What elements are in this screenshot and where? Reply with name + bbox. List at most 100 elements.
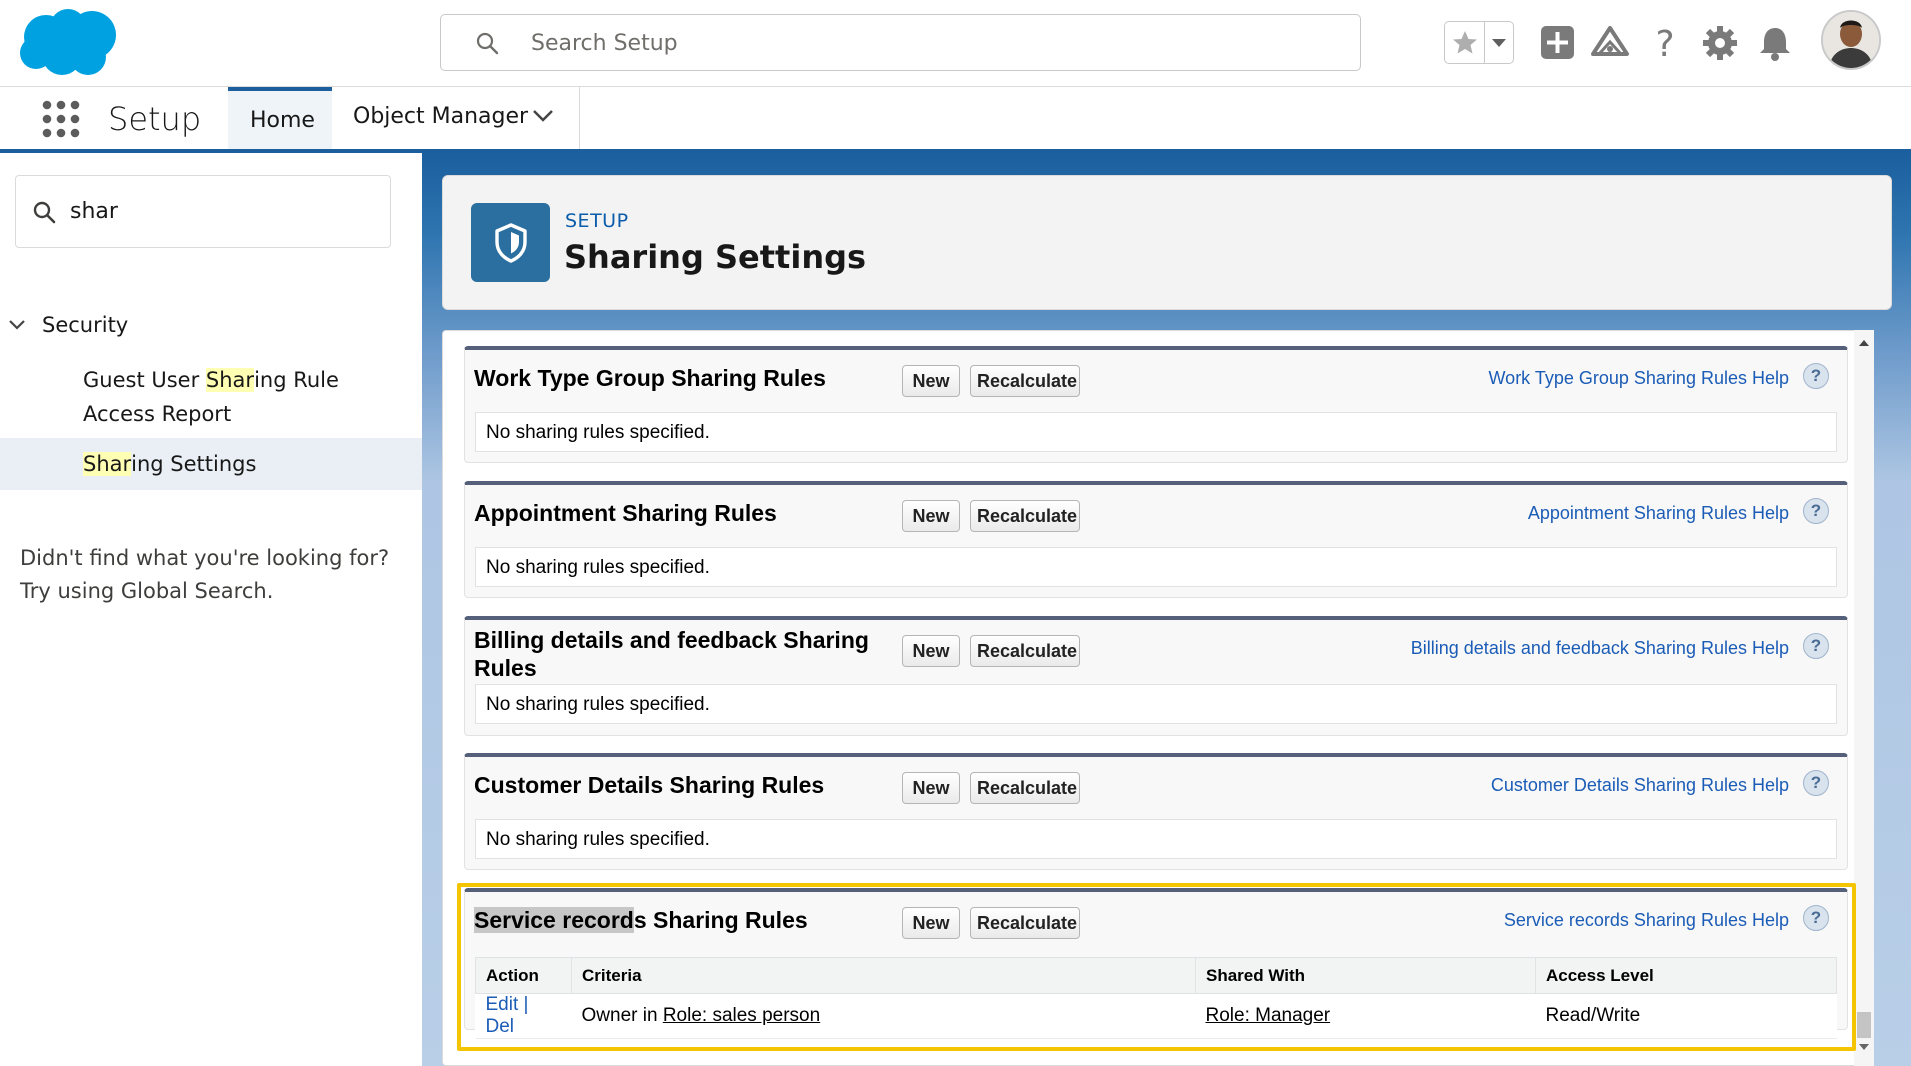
recalculate-button[interactable]: Recalculate: [970, 500, 1080, 532]
search-placeholder: Search Setup: [531, 31, 678, 56]
section-help-link[interactable]: Appointment Sharing Rules Help: [1528, 503, 1789, 524]
new-button[interactable]: New: [902, 635, 960, 667]
quick-find-input[interactable]: [70, 192, 370, 230]
scroll-down-arrow-icon[interactable]: [1858, 1042, 1870, 1052]
setup-sidebar: Security Guest User Sharing Rule Access …: [0, 157, 422, 1066]
new-button[interactable]: New: [902, 772, 960, 804]
empty-rules-message: No sharing rules specified.: [486, 422, 710, 443]
search-match-highlight: Shar: [83, 452, 132, 476]
section-title: Billing details and feedback Sharing Rul…: [474, 627, 869, 681]
access-level-cell: Read/Write: [1535, 993, 1837, 1039]
tab-home-label: Home: [250, 108, 315, 133]
page-header: SETUP Sharing Settings: [442, 175, 1892, 310]
sharing-rules-table: Action Criteria Shared With Access Level…: [475, 957, 1837, 1039]
empty-rules-message: No sharing rules specified.: [486, 694, 710, 715]
scrollbar[interactable]: [1854, 330, 1874, 1066]
user-avatar[interactable]: [1821, 10, 1881, 70]
shared-with-cell: Role: Manager: [1195, 993, 1536, 1039]
sharing-rules-section-service-records: Service records Sharing Rules New Recalc…: [464, 888, 1848, 1039]
edit-link[interactable]: Edit: [486, 994, 519, 1015]
help-icon[interactable]: ?: [1803, 770, 1829, 796]
sidebar-item-label: Guest User Sharing Rule Access Report: [83, 368, 339, 426]
section-title: Service records Sharing Rules: [474, 907, 808, 933]
search-icon: [476, 32, 499, 55]
global-search-box[interactable]: Search Setup: [440, 14, 1361, 71]
criteria-role-link[interactable]: Role: sales person: [663, 1005, 820, 1026]
shield-icon: [471, 203, 550, 282]
favorite-star-button[interactable]: [1445, 22, 1485, 63]
salesforce-logo[interactable]: [18, 7, 120, 79]
recalculate-button[interactable]: Recalculate: [970, 772, 1080, 804]
star-icon: [1453, 31, 1477, 54]
tab-object-manager-label: Object Manager: [353, 104, 529, 129]
search-match-highlight: Shar: [205, 368, 255, 392]
empty-rules-message: No sharing rules specified.: [486, 557, 710, 578]
sharing-rules-section: Customer Details Sharing Rules New Recal…: [464, 753, 1848, 870]
delete-link[interactable]: Del: [486, 1016, 515, 1037]
gear-icon[interactable]: [1700, 20, 1740, 66]
empty-rules-box: No sharing rules specified.: [475, 547, 1837, 587]
help-icon[interactable]: ?: [1803, 633, 1829, 659]
new-button[interactable]: New: [902, 500, 960, 532]
not-found-message: Didn't find what you're looking for? Try…: [20, 546, 390, 603]
sidebar-item-guest-user-sharing-rule-access-report[interactable]: Guest User Sharing Rule Access Report: [0, 357, 422, 443]
shared-with-role-link[interactable]: Role: Manager: [1206, 1005, 1331, 1026]
tree-node-label: Security: [42, 313, 129, 337]
empty-rules-message: No sharing rules specified.: [486, 829, 710, 850]
column-header-action: Action: [475, 957, 572, 994]
action-cell: Edit | Del: [475, 993, 572, 1039]
section-help-link[interactable]: Work Type Group Sharing Rules Help: [1489, 368, 1789, 389]
action-separator: |: [523, 994, 529, 1015]
column-header-access-level: Access Level: [1535, 957, 1837, 994]
section-help-link[interactable]: Customer Details Sharing Rules Help: [1491, 775, 1789, 796]
column-header-criteria: Criteria: [571, 957, 1196, 994]
sidebar-item-label: Sharing Settings: [83, 452, 257, 476]
tab-home[interactable]: Home: [228, 87, 332, 149]
new-button[interactable]: New: [902, 365, 960, 397]
tab-object-manager[interactable]: Object Manager: [332, 87, 580, 149]
section-help-link[interactable]: Service records Sharing Rules Help: [1504, 910, 1789, 931]
empty-rules-box: No sharing rules specified.: [475, 819, 1837, 859]
sidebar-item-sharing-settings[interactable]: Sharing Settings: [0, 438, 422, 490]
sharing-rules-section: Appointment Sharing Rules New Recalculat…: [464, 481, 1848, 598]
help-icon[interactable]: ?: [1803, 905, 1829, 931]
help-icon[interactable]: ?: [1803, 498, 1829, 524]
svg-text:?: ?: [1655, 24, 1674, 65]
search-match-highlight: Service record: [474, 907, 634, 933]
help-icon[interactable]: ?: [1803, 363, 1829, 389]
bell-icon[interactable]: [1755, 20, 1795, 66]
empty-rules-box: No sharing rules specified.: [475, 684, 1837, 724]
app-launcher-icon[interactable]: [42, 100, 80, 138]
app-name: Setup: [108, 100, 202, 138]
help-icon[interactable]: ?: [1645, 20, 1685, 66]
empty-rules-box: No sharing rules specified.: [475, 412, 1837, 452]
app-navigation-bar: Setup Home Object Manager: [0, 87, 1911, 153]
sharing-rules-section: Work Type Group Sharing Rules New Recalc…: [464, 346, 1848, 463]
section-title: Appointment Sharing Rules: [474, 500, 777, 526]
recalculate-button[interactable]: Recalculate: [970, 365, 1080, 397]
search-icon: [33, 201, 56, 224]
trailhead-icon[interactable]: [1590, 20, 1630, 66]
global-header: Search Setup ?: [0, 0, 1911, 87]
page-title: Sharing Settings: [564, 238, 867, 276]
scrollbar-thumb[interactable]: [1857, 1012, 1871, 1038]
section-title: Work Type Group Sharing Rules: [474, 365, 826, 391]
favorites-dropdown-button[interactable]: [1485, 22, 1513, 63]
sharing-rules-section: Billing details and feedback Sharing Rul…: [464, 616, 1848, 736]
user-photo: [1823, 12, 1879, 68]
page-kicker: SETUP: [565, 210, 629, 232]
chevron-down-icon: [9, 320, 25, 330]
scroll-up-arrow-icon[interactable]: [1858, 338, 1870, 348]
global-actions-add-icon[interactable]: [1538, 20, 1578, 66]
section-title: Customer Details Sharing Rules: [474, 772, 825, 798]
recalculate-button[interactable]: Recalculate: [970, 635, 1080, 667]
criteria-cell: Owner in Role: sales person: [571, 993, 1196, 1039]
section-help-link[interactable]: Billing details and feedback Sharing Rul…: [1411, 638, 1789, 659]
new-button[interactable]: New: [902, 907, 960, 939]
chevron-down-icon[interactable]: [532, 109, 554, 123]
recalculate-button[interactable]: Recalculate: [970, 907, 1080, 939]
tree-node-security[interactable]: Security: [0, 307, 422, 347]
table-row: Edit | Del Owner in Role: sales person R…: [475, 993, 1837, 1039]
chevron-down-icon: [1492, 39, 1506, 47]
favorites-button-group: [1444, 21, 1514, 64]
